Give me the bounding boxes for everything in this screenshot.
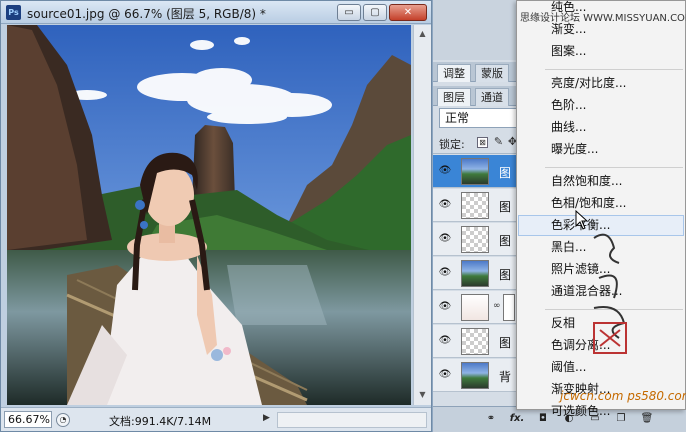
layer-thumbnail	[461, 328, 489, 355]
lock-label: 锁定:	[439, 138, 465, 151]
horizontal-scrollbar[interactable]	[277, 412, 427, 428]
layer-thumbnail	[461, 260, 489, 287]
watermark-bottom: jcwcn.com ps580.com	[560, 389, 686, 403]
image-canvas[interactable]	[7, 25, 411, 405]
layer-thumbnail	[461, 294, 489, 321]
minimize-button[interactable]: ▭	[337, 4, 361, 21]
document-size: 文档:991.4K/7.14M	[109, 415, 212, 428]
layer-name: 背	[499, 370, 512, 384]
blend-mode-select[interactable]: 正常	[439, 108, 525, 128]
lock-brush-icon[interactable]: ✎	[493, 136, 504, 148]
eye-icon[interactable]: 👁	[437, 164, 453, 178]
tab-adjustments[interactable]: 调整	[437, 64, 471, 82]
eye-icon[interactable]: 👁	[437, 334, 453, 348]
layer-name: 图	[499, 268, 512, 282]
layer-name: 图	[499, 336, 512, 350]
status-bar: 66.67% ◔ 文档:991.4K/7.14M ▶	[1, 407, 431, 431]
handwritten-signature	[593, 233, 627, 354]
menu-item[interactable]: 图案...	[518, 41, 684, 62]
close-button[interactable]: ✕	[389, 4, 427, 21]
menu-item[interactable]: 色相/饱和度...	[518, 193, 684, 214]
layer-thumbnail	[461, 192, 489, 219]
tab-layers[interactable]: 图层	[437, 88, 471, 106]
eye-icon[interactable]: 👁	[437, 300, 453, 314]
layer-name: 图	[499, 166, 512, 180]
scroll-up-icon[interactable]: ▲	[417, 28, 428, 39]
photoshop-screen: Ps source01.jpg @ 66.7% (图层 5, RGB/8) * …	[0, 0, 686, 432]
menu-item[interactable]: 色阶...	[518, 95, 684, 116]
document-window: Ps source01.jpg @ 66.7% (图层 5, RGB/8) * …	[0, 0, 432, 432]
maximize-button[interactable]: ▢	[363, 4, 387, 21]
eye-icon[interactable]: 👁	[437, 368, 453, 382]
menu-item[interactable]: 亮度/对比度...	[518, 73, 684, 94]
menu-item[interactable]: 曝光度...	[518, 139, 684, 160]
eye-icon[interactable]: 👁	[437, 198, 453, 212]
layer-thumbnail	[461, 226, 489, 253]
eye-icon[interactable]: 👁	[437, 266, 453, 280]
status-info-icon[interactable]: ◔	[56, 413, 70, 427]
layer-name: 图	[499, 200, 512, 214]
chain-icon[interactable]: ∞	[493, 301, 501, 311]
menu-separator	[545, 167, 683, 168]
tab-masks[interactable]: 蒙版	[475, 64, 509, 82]
zoom-field[interactable]: 66.67%	[4, 411, 52, 428]
menu-item[interactable]: 曲线...	[518, 117, 684, 138]
tab-channels[interactable]: 通道	[475, 88, 509, 106]
link-icon[interactable]: ⚭	[483, 412, 499, 426]
menu-separator	[545, 69, 683, 70]
document-title: source01.jpg @ 66.7% (图层 5, RGB/8) *	[27, 7, 266, 21]
layer-thumbnail	[461, 362, 489, 389]
watermark-top: 思缘设计论坛 WWW.MISSYUAN.COM	[520, 13, 686, 24]
photo-scene	[7, 25, 411, 405]
scroll-down-icon[interactable]: ▼	[417, 389, 428, 400]
photoshop-icon: Ps	[6, 5, 21, 20]
lock-transparent-icon[interactable]: ⊠	[477, 137, 488, 148]
menu-item[interactable]: 可选颜色...	[518, 401, 684, 422]
vertical-scrollbar[interactable]: ▲ ▼	[413, 25, 431, 405]
status-menu-arrow-icon[interactable]: ▶	[263, 413, 270, 423]
menu-item[interactable]: 自然饱和度...	[518, 171, 684, 192]
layer-thumbnail	[461, 158, 489, 185]
layer-mask-thumbnail[interactable]	[503, 294, 515, 321]
layer-name: 图	[499, 234, 512, 248]
document-titlebar[interactable]: Ps source01.jpg @ 66.7% (图层 5, RGB/8) * …	[1, 1, 431, 24]
eye-icon[interactable]: 👁	[437, 232, 453, 246]
mouse-cursor-icon	[575, 210, 589, 230]
